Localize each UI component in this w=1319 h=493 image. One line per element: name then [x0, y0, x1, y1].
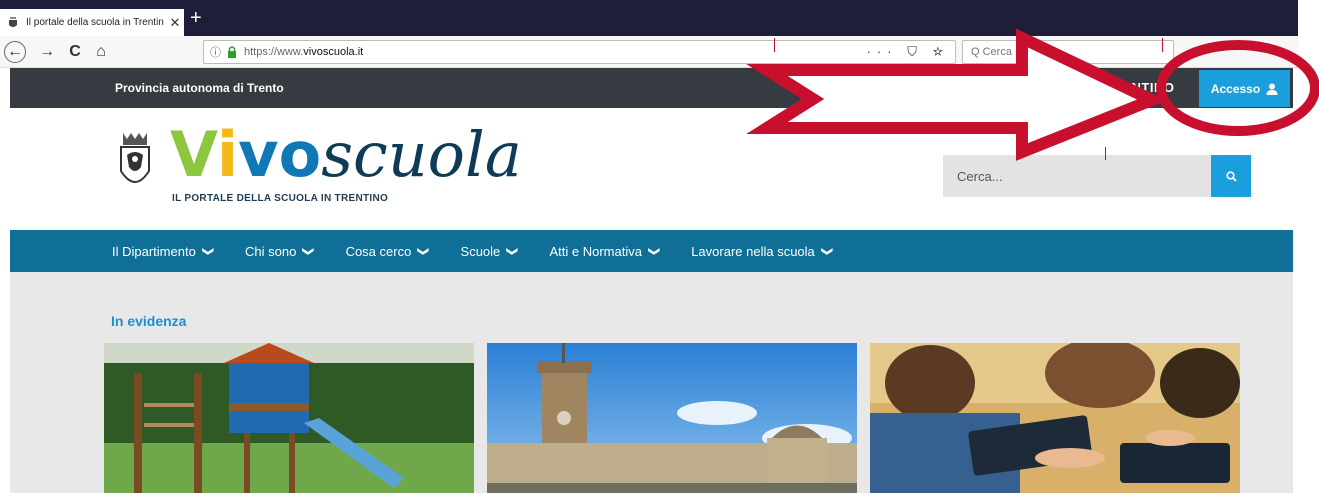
tab-title: Il portale della scuola in Trentin: [26, 17, 164, 28]
logo-subtitle: IL PORTALE DELLA SCUOLA IN TRENTINO: [172, 193, 389, 204]
nav-label: Chi sono: [245, 243, 297, 259]
trentino-brand[interactable]: TRENTINO: [1104, 80, 1174, 95]
nav-label: Lavorare nella scuola: [691, 243, 815, 259]
back-button[interactable]: ←: [4, 41, 26, 63]
logo-script: scuola: [321, 118, 522, 191]
nav-item-chi-sono[interactable]: Chi sono ❯: [245, 244, 314, 259]
annotation-tick: [774, 38, 775, 52]
info-icon[interactable]: ⓘ: [210, 44, 221, 60]
url-prefix: https://www.: [244, 46, 304, 58]
nav-item-dipartimento[interactable]: Il Dipartimento ❯: [112, 243, 214, 259]
featured-card-trento[interactable]: [487, 343, 857, 493]
nav-item-scuole[interactable]: Scuole ❯: [460, 243, 519, 259]
accesso-button[interactable]: Accesso: [1199, 70, 1290, 107]
page-actions[interactable]: ··· ⛉ ☆: [867, 44, 949, 60]
nav-label: Atti e Normativa: [549, 243, 642, 259]
browser-search-input[interactable]: Q Cerca: [962, 40, 1174, 64]
provincia-top-bar: Provincia autonoma di Trento TRENTINO Ac…: [10, 68, 1293, 108]
accesso-label: Accesso: [1210, 81, 1261, 96]
crest-favicon-icon: [9, 16, 17, 27]
nav-label: Il Dipartimento: [112, 243, 196, 259]
annotation-tick: [1162, 38, 1163, 52]
reload-button[interactable]: C: [64, 41, 86, 63]
tab-close-icon[interactable]: ✕: [166, 15, 184, 31]
home-button[interactable]: ⌂: [90, 41, 112, 63]
site-search-button[interactable]: [1211, 155, 1251, 197]
nav-label: Scuole: [460, 243, 501, 259]
nav-item-cosa-cerco[interactable]: Cosa cerco ❯: [345, 243, 430, 259]
logo-letters-vo: vo: [238, 118, 322, 191]
vivoscuola-logo[interactable]: Vivoscuola: [170, 122, 522, 188]
chevron-down-icon: ❯: [302, 246, 315, 256]
chevron-down-icon: ❯: [417, 246, 430, 256]
chevron-down-icon: ❯: [648, 246, 661, 256]
featured-card-tablets[interactable]: [870, 343, 1240, 493]
playground-photo: [104, 343, 474, 493]
site-search-input[interactable]: Cerca...: [943, 155, 1211, 197]
logo-letter-v: V: [170, 118, 217, 191]
chevron-down-icon: ❯: [201, 246, 214, 256]
chevron-down-icon: ❯: [506, 246, 519, 256]
content-area: In evidenza: [10, 272, 1293, 493]
forward-button[interactable]: →: [36, 41, 58, 63]
browser-nav-bar: ← → C ⌂ ⓘ https://www. vivoscuola.it ··· …: [0, 36, 1298, 68]
search-icon: [1225, 171, 1237, 182]
trento-tower-photo: [487, 343, 857, 493]
section-title: In evidenza: [111, 313, 187, 329]
trento-crest-icon: [120, 133, 150, 183]
url-host: vivoscuola.it: [303, 46, 364, 58]
browser-tab-strip: Il portale della scuola in Trentin ✕ +: [0, 0, 1298, 36]
provincia-link[interactable]: Provincia autonoma di Trento: [115, 81, 284, 95]
children-tablets-photo: [870, 343, 1240, 493]
user-icon: [1266, 83, 1278, 95]
logo-letter-i: i: [216, 118, 239, 191]
new-tab-button[interactable]: +: [190, 8, 202, 28]
url-bar[interactable]: ⓘ https://www. vivoscuola.it ··· ⛉ ☆: [203, 40, 956, 64]
featured-card-playground[interactable]: [104, 343, 474, 493]
nav-label: Cosa cerco: [345, 243, 412, 259]
lock-icon: [228, 46, 236, 58]
browser-tab[interactable]: Il portale della scuola in Trentin ✕: [0, 9, 184, 36]
nav-item-atti-normativa[interactable]: Atti e Normativa ❯: [549, 243, 661, 259]
main-navigation: Il Dipartimento ❯ Chi sono ❯ Cosa cerco …: [10, 230, 1293, 272]
annotation-tick: [1105, 147, 1106, 160]
nav-item-lavorare[interactable]: Lavorare nella scuola ❯: [691, 243, 833, 259]
chevron-down-icon: ❯: [820, 246, 833, 256]
